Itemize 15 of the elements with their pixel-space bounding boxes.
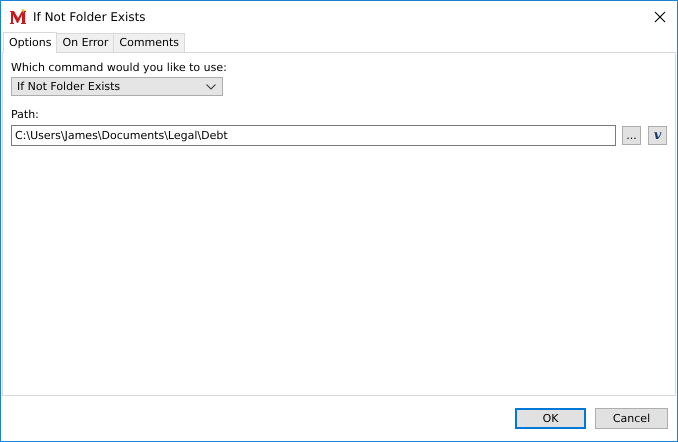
close-icon[interactable] [654, 10, 666, 22]
tab[interactable]: On Error [56, 33, 114, 52]
window-title: If Not Folder Exists [33, 10, 147, 24]
tab[interactable]: Options [3, 32, 58, 53]
path-label: Path: [11, 108, 40, 121]
path-field[interactable]: C:\Users\James\Documents\Legal\Debt [11, 125, 616, 146]
dialog-button[interactable]: OK [515, 408, 586, 429]
variable-button[interactable]: v [648, 126, 667, 145]
browse-button[interactable]: ... [622, 126, 641, 145]
logo-icon [9, 8, 27, 24]
command-dropdown[interactable]: If Not Folder Exists [11, 77, 223, 96]
tab[interactable]: Comments [113, 33, 186, 52]
dialog-button[interactable]: Cancel [595, 408, 668, 429]
command-label: Which command would you like to use: [11, 61, 228, 74]
chevron-icon [206, 84, 216, 90]
